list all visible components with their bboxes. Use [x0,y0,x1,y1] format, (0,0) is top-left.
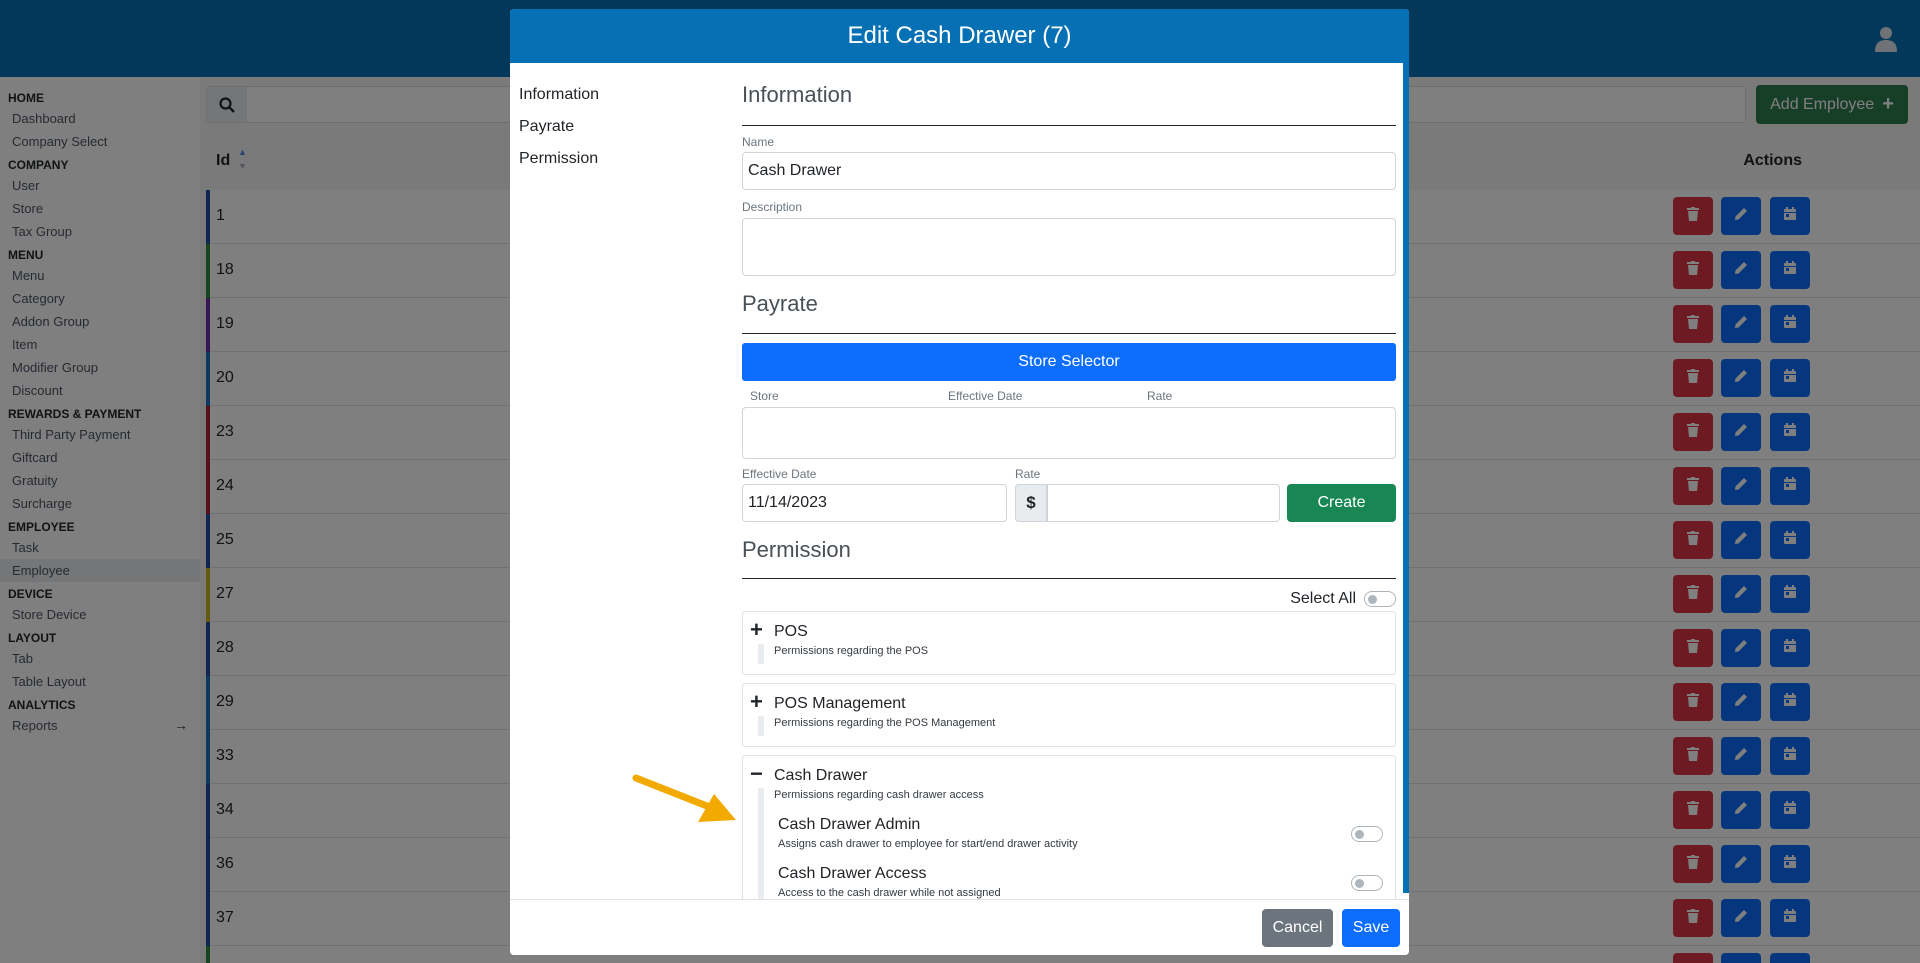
permission-desc-cash-drawer-admin: Assigns cash drawer to employee for star… [778,838,1078,850]
permission-name-cash-drawer-access: Cash Drawer Access [778,865,927,882]
indent-bar [758,644,764,664]
create-button[interactable]: Create [1287,484,1396,522]
permission-desc-cash-drawer-access: Access to the cash drawer while not assi… [778,887,1001,899]
collapse-icon[interactable]: − [750,763,763,785]
indent-bar [758,788,764,899]
modal-footer: Cancel Save [510,899,1409,955]
description-label: Description [742,200,803,214]
cash-drawer-access-toggle[interactable] [1351,875,1383,891]
permission-group-pos-management[interactable]: + POS Management Permissions regarding t… [742,683,1396,747]
permission-group-name: Cash Drawer [774,767,868,784]
select-all-label: Select All [1290,590,1356,607]
nav-information[interactable]: Information [519,86,599,118]
description-field[interactable] [742,218,1396,276]
effective-date-label: Effective Date [742,467,817,481]
permission-group-pos[interactable]: + POS Permissions regarding the POS [742,611,1396,675]
modal-title: Edit Cash Drawer (7) [510,9,1409,63]
payrate-header-rate: Rate [1147,389,1173,403]
payrate-header-store: Store [750,389,779,403]
name-field[interactable]: Cash Drawer [742,152,1396,190]
currency-addon: $ [1015,484,1047,522]
name-label: Name [742,135,775,149]
select-all-toggle[interactable] [1364,591,1396,607]
nav-payrate[interactable]: Payrate [519,118,599,150]
indent-bar [758,716,764,736]
expand-icon[interactable]: + [750,619,763,641]
store-selector-button[interactable]: Store Selector [742,343,1396,381]
permission-name-cash-drawer-admin: Cash Drawer Admin [778,816,921,833]
cash-drawer-admin-toggle[interactable] [1351,826,1383,842]
permission-group-cash-drawer[interactable]: − Cash Drawer Permissions regarding cash… [742,755,1396,899]
permission-group-desc: Permissions regarding the POS [774,645,929,657]
rate-label: Rate [1015,467,1041,481]
permission-group-name: POS Management [774,695,906,712]
permission-group-desc: Permissions regarding the POS Management [774,717,996,729]
payrate-header-effective-date: Effective Date [948,389,1023,403]
section-title-payrate: Payrate [742,291,818,316]
permission-group-name: POS [774,623,808,640]
section-title-information: Information [742,82,853,107]
rate-field[interactable] [1047,484,1280,522]
annotation-arrow-icon [632,774,736,822]
modal-section-nav: Information Payrate Permission [519,86,599,182]
expand-icon[interactable]: + [750,691,763,713]
save-button[interactable]: Save [1342,909,1400,947]
divider [742,333,1396,334]
nav-permission[interactable]: Permission [519,150,599,182]
section-title-permission: Permission [742,537,851,562]
divider [742,125,1396,126]
cancel-button[interactable]: Cancel [1262,909,1333,947]
payrate-table [742,407,1396,459]
effective-date-field[interactable]: 11/14/2023 [742,484,1007,522]
permission-group-desc: Permissions regarding cash drawer access [774,789,984,801]
divider [742,578,1396,579]
select-all: Select All [1290,590,1396,608]
